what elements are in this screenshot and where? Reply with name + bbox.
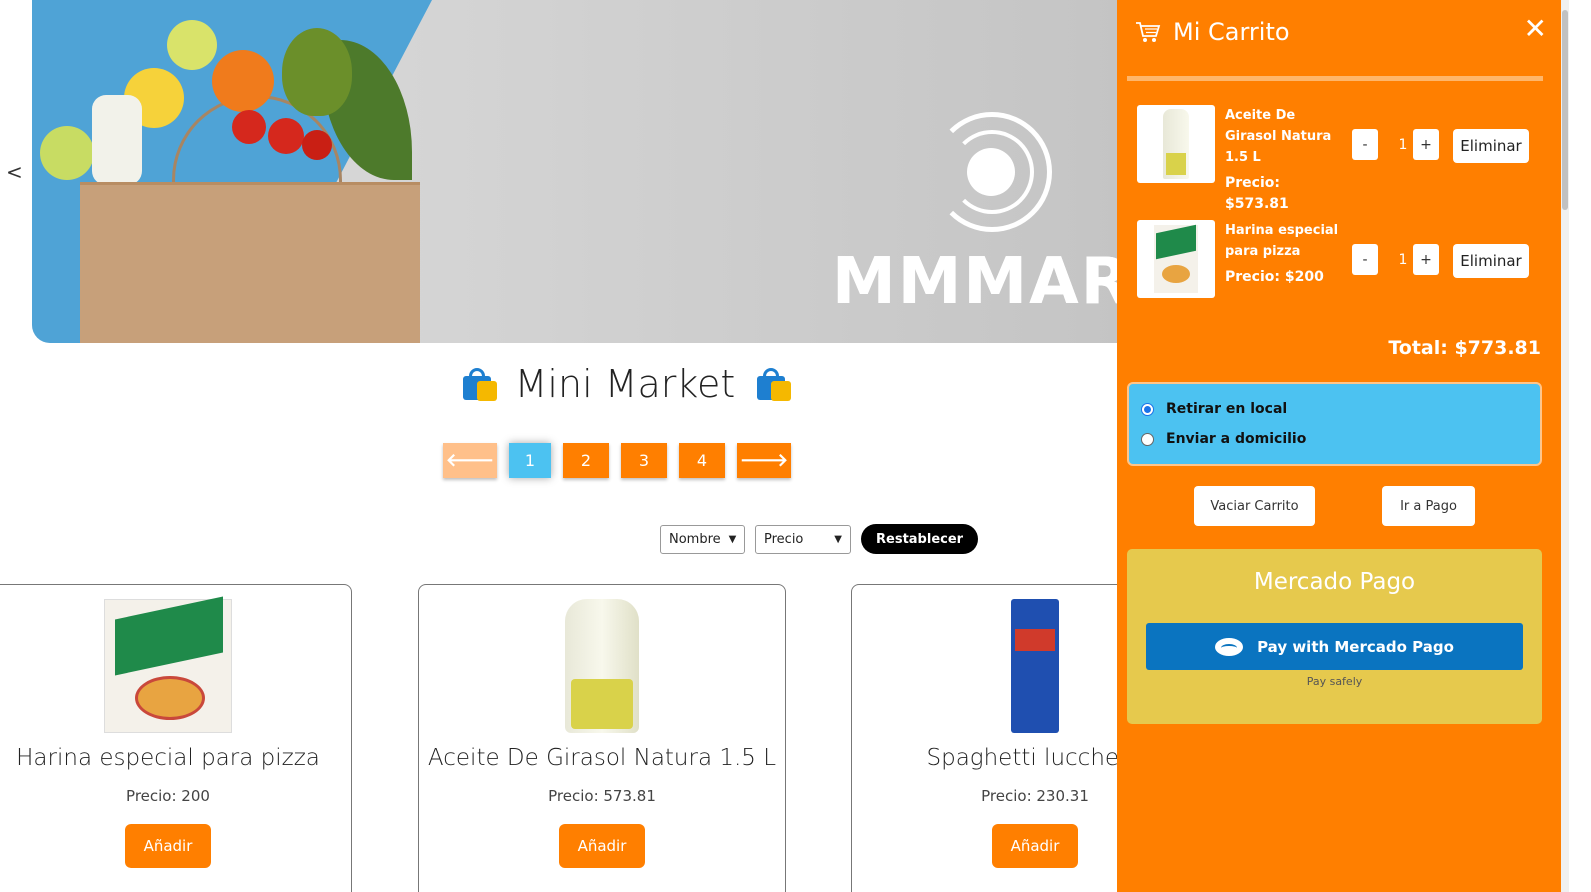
delivery-pickup-label: Retirar en local	[1166, 401, 1288, 417]
sort-price-value: Precio	[764, 531, 804, 547]
product-card: Harina especial para pizza Precio: 200 A…	[0, 584, 352, 892]
cart-title: Mi Carrito	[1173, 18, 1290, 46]
checkout-button[interactable]: Ir a Pago	[1382, 486, 1475, 526]
chevron-down-icon: ▼	[728, 533, 737, 545]
empty-cart-button[interactable]: Vaciar Carrito	[1194, 486, 1315, 526]
carousel-prev-button[interactable]: <	[6, 160, 23, 184]
cart-item-price: Precio: $573.81	[1225, 175, 1289, 212]
tomato-graphic	[302, 130, 332, 160]
lime-half-graphic	[40, 126, 94, 180]
brand-logo-text: MMMARKET	[832, 245, 1132, 319]
cart-divider	[1127, 76, 1543, 81]
cart-item-name: Aceite De Girasol Natura 1.5 L	[1225, 108, 1332, 165]
cart-item-image	[1137, 220, 1215, 298]
delivery-options: Retirar en local Enviar a domicilio	[1127, 382, 1542, 466]
filters-bar: Nombre ▼ Precio ▼ Restablecer	[660, 524, 979, 554]
delivery-option-pickup[interactable]: Retirar en local	[1141, 394, 1540, 424]
cart-item-image	[1137, 105, 1215, 183]
next-page-button[interactable]: 🡒	[737, 443, 791, 478]
brand-logo-dot	[967, 148, 1015, 196]
cart-total: Total: $773.81	[1388, 337, 1541, 359]
cart-item-qty: 1	[1398, 136, 1408, 153]
tomato-graphic	[268, 118, 304, 154]
scrollbar-thumb[interactable]	[1562, 10, 1568, 210]
decrease-qty-button[interactable]: -	[1352, 129, 1378, 160]
handshake-icon	[1215, 637, 1244, 656]
cart-item-info: Aceite De Girasol Natura 1.5 L Precio: $…	[1225, 105, 1345, 215]
cart-header: Mi Carrito	[1135, 18, 1290, 46]
add-to-cart-button[interactable]: Añadir	[125, 824, 211, 868]
lime-graphic	[167, 20, 217, 70]
prev-page-button[interactable]: 🡐	[443, 443, 497, 478]
hero-banner: MMMARKET	[32, 0, 1132, 343]
product-card: Aceite De Girasol Natura 1.5 L Precio: 5…	[418, 584, 786, 892]
page-title: Mini Market	[450, 362, 800, 406]
reset-filters-button[interactable]: Restablecer	[861, 524, 979, 554]
remove-item-button[interactable]: Eliminar	[1453, 129, 1529, 163]
chevron-down-icon: ▼	[834, 533, 842, 545]
arrow-left-icon: 🡐	[445, 450, 495, 471]
mercado-pago-panel: Mercado Pago Pay with Mercado Pago Pay s…	[1127, 549, 1542, 724]
pagination: 🡐 1 2 3 4 🡒	[443, 443, 791, 478]
sort-name-select[interactable]: Nombre ▼	[660, 524, 745, 554]
add-to-cart-button[interactable]: Añadir	[559, 824, 645, 868]
page: < MMMARKET Mini Market 🡐 1 2 3 4 🡒	[0, 0, 1591, 892]
product-image	[1011, 599, 1059, 733]
delivery-option-home[interactable]: Enviar a domicilio	[1141, 424, 1540, 454]
mercado-pago-title: Mercado Pago	[1253, 569, 1416, 595]
page-title-text: Mini Market	[514, 362, 736, 406]
tomato-graphic	[232, 110, 266, 144]
milk-bottle-graphic	[92, 95, 142, 185]
radio-pickup[interactable]	[1141, 402, 1154, 416]
cart-item-price: Precio: $200	[1225, 269, 1324, 285]
delivery-home-label: Enviar a domicilio	[1166, 431, 1307, 447]
cart-panel: Mi Carrito ✕ Aceite De Girasol Natura 1.…	[1117, 0, 1561, 892]
page-button-1[interactable]: 1	[509, 443, 551, 478]
product-name: Harina especial para pizza	[16, 745, 320, 771]
product-price: Precio: 573.81	[548, 787, 656, 805]
close-icon[interactable]: ✕	[1524, 12, 1547, 45]
page-button-4[interactable]: 4	[679, 443, 725, 478]
mercado-pago-button[interactable]: Pay with Mercado Pago	[1146, 623, 1523, 670]
sort-price-select[interactable]: Precio ▼	[755, 524, 851, 554]
avocado-graphic	[282, 28, 352, 116]
mercado-pago-button-label: Pay with Mercado Pago	[1257, 637, 1454, 656]
increase-qty-button[interactable]: +	[1413, 244, 1439, 275]
add-to-cart-button[interactable]: Añadir	[992, 824, 1078, 868]
product-price: Precio: 200	[126, 787, 210, 805]
cart-item: Aceite De Girasol Natura 1.5 L Precio: $…	[1137, 105, 1547, 212]
remove-item-button[interactable]: Eliminar	[1453, 244, 1529, 278]
product-image	[565, 599, 639, 733]
sort-name-value: Nombre	[669, 531, 721, 547]
product-name: Aceite De Girasol Natura 1.5 L	[427, 745, 777, 771]
increase-qty-button[interactable]: +	[1413, 129, 1439, 160]
product-image	[104, 596, 232, 733]
page-scrollbar[interactable]	[1561, 0, 1569, 892]
cart-item: Harina especial para pizza Precio: $200 …	[1137, 220, 1547, 300]
orange-graphic	[212, 50, 274, 112]
shopping-bag-icon	[753, 367, 792, 401]
cart-item-qty: 1	[1398, 251, 1408, 268]
paper-bag-graphic	[80, 182, 420, 343]
shopping-bag-icon	[459, 367, 497, 401]
radio-home[interactable]	[1141, 432, 1154, 446]
decrease-qty-button[interactable]: -	[1352, 244, 1378, 275]
cart-icon	[1136, 22, 1161, 42]
mercado-pago-subtitle: Pay safely	[1306, 675, 1363, 688]
cart-item-name: Harina especial para pizza	[1225, 223, 1339, 259]
page-button-2[interactable]: 2	[563, 443, 609, 478]
cart-item-info: Harina especial para pizza Precio: $200	[1225, 220, 1345, 288]
arrow-right-icon: 🡒	[739, 450, 789, 471]
page-button-3[interactable]: 3	[621, 443, 667, 478]
